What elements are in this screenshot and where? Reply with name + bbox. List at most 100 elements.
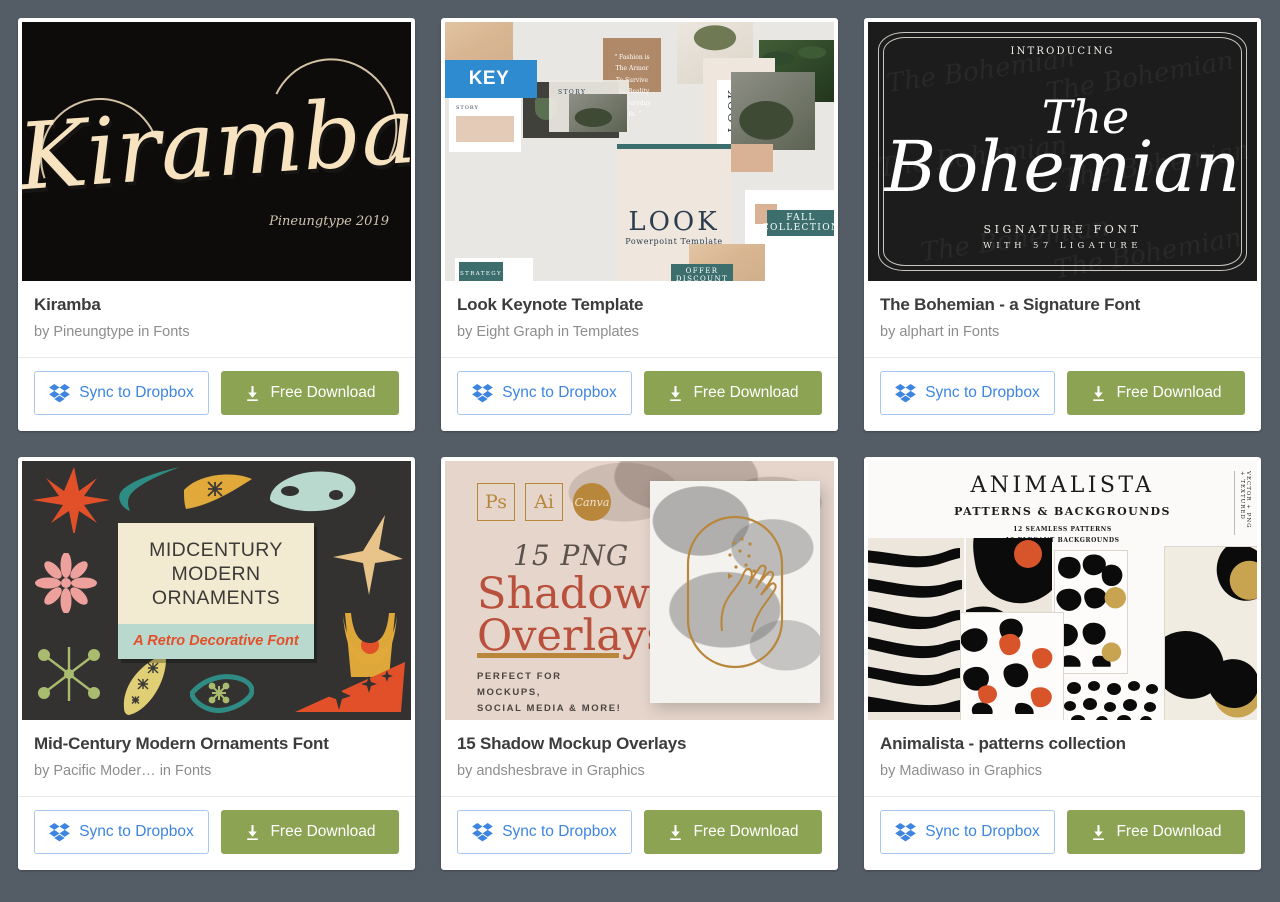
atom-ornament	[38, 647, 100, 701]
four-point-star-ornament	[333, 515, 403, 595]
product-thumbnail-midcentury[interactable]: MIDCENTURY MODERN ORNAMENTS A Retro Deco…	[22, 461, 411, 720]
pattern-tile-orange	[960, 612, 1064, 720]
poster-subtext-line-2: SOCIAL MEDIA & MORE!	[477, 703, 622, 715]
product-info: Kiramba by Pineungtype in Fonts	[18, 281, 415, 357]
product-title[interactable]: 15 Shadow Mockup Overlays	[457, 734, 822, 754]
ligature-count-label: WITH 57 LIGATURE	[983, 241, 1142, 251]
pattern-tile-giraffe	[1054, 550, 1128, 674]
ornament-title-plate: MIDCENTURY MODERN ORNAMENTS A Retro Deco…	[118, 523, 314, 660]
product-info: Animalista - patterns collection by Madi…	[864, 720, 1261, 796]
card-actions: Sync to Dropbox Free Download	[18, 357, 415, 431]
product-thumbnail-animalista[interactable]: ANIMALISTA PATTERNS & BACKGROUNDS 12 SEA…	[868, 461, 1257, 720]
dropbox-logo-icon	[49, 383, 71, 402]
product-byline: by Pineungtype in Fonts	[34, 324, 190, 340]
slide-label: STRATEGY	[459, 262, 503, 281]
free-download-button[interactable]: Free Download	[221, 810, 399, 854]
product-card-grid: Kiramba Pineungtype 2019 Kiramba by Pine…	[0, 0, 1280, 888]
product-card[interactable]: Kiramba Pineungtype 2019 Kiramba by Pine…	[18, 18, 415, 431]
product-title[interactable]: Look Keynote Template	[457, 295, 822, 315]
product-card[interactable]: MIDCENTURY MODERN ORNAMENTS A Retro Deco…	[18, 457, 415, 870]
ornament-title: MIDCENTURY MODERN ORNAMENTS	[118, 523, 314, 625]
brand-title: LOOK	[628, 207, 720, 237]
product-card[interactable]: The Bohemian The Bohemian The Bohemian T…	[864, 18, 1261, 431]
free-download-button[interactable]: Free Download	[1067, 810, 1245, 854]
sync-to-dropbox-label: Sync to Dropbox	[502, 823, 617, 840]
sync-to-dropbox-label: Sync to Dropbox	[502, 384, 617, 401]
product-byline: by andshesbrave in Graphics	[457, 763, 645, 779]
illustrator-badge: Ai	[525, 483, 563, 521]
product-title[interactable]: Kiramba	[34, 295, 399, 315]
boomerang-ornament	[119, 467, 180, 511]
thumbnail-wrapper[interactable]: MIDCENTURY MODERN ORNAMENTS A Retro Deco…	[18, 457, 415, 720]
starburst-ornament	[32, 467, 110, 533]
pattern-tile-abstract	[1164, 546, 1257, 720]
product-title[interactable]: Mid-Century Modern Ornaments Font	[34, 734, 399, 754]
collection-title: ANIMALISTA	[970, 473, 1155, 498]
slide-photo	[569, 94, 627, 132]
sync-to-dropbox-button[interactable]: Sync to Dropbox	[880, 810, 1055, 854]
poster-headline: Shadow Overlays	[477, 569, 669, 662]
product-thumbnail-look-keynote[interactable]: " Fashion is The Armor To Survive The Re…	[445, 22, 834, 281]
sync-to-dropbox-button[interactable]: Sync to Dropbox	[34, 810, 209, 854]
sync-to-dropbox-button[interactable]: Sync to Dropbox	[880, 371, 1055, 415]
card-actions: Sync to Dropbox Free Download	[864, 357, 1261, 431]
sync-to-dropbox-button[interactable]: Sync to Dropbox	[457, 371, 632, 415]
collection-side-text: VECTOR + PNG + TEXTURED	[1234, 471, 1251, 535]
card-actions: Sync to Dropbox Free Download	[441, 357, 838, 431]
product-info: Look Keynote Template by Eight Graph in …	[441, 281, 838, 357]
free-download-label: Free Download	[693, 823, 799, 840]
poster-subtext: PERFECT FOR MOCKUPS, SOCIAL MEDIA & MORE…	[477, 669, 627, 717]
specimen-line-2: Bohemian	[884, 126, 1241, 209]
thumbnail-wrapper[interactable]: Kiramba Pineungtype 2019	[18, 18, 415, 281]
thumbnail-wrapper[interactable]: Ps Ai Canva 15 PNG Shadow Overlays PERFE…	[441, 457, 838, 720]
thumbnail-wrapper[interactable]: ANIMALISTA PATTERNS & BACKGROUNDS 12 SEA…	[864, 457, 1261, 720]
pattern-tile-dots	[1064, 680, 1160, 720]
eye-ornament	[184, 474, 252, 509]
free-download-label: Free Download	[1116, 384, 1222, 401]
gold-rule	[477, 653, 619, 658]
signature-font-label: SIGNATURE FONT	[983, 223, 1142, 236]
download-arrow-icon	[1093, 385, 1105, 401]
product-title[interactable]: The Bohemian - a Signature Font	[880, 295, 1245, 315]
leaf-ornament	[123, 654, 166, 715]
slide-photo	[731, 72, 815, 150]
product-thumbnail-kiramba[interactable]: Kiramba Pineungtype 2019	[22, 22, 411, 281]
free-download-button[interactable]: Free Download	[644, 371, 822, 415]
intro-label: INTRODUCING	[1010, 46, 1115, 57]
key-badge: KEY	[445, 60, 537, 98]
specimen-footer: SIGNATURE FONT WITH 57 LIGATURE	[868, 223, 1257, 251]
pennant-ornament	[295, 662, 405, 712]
product-byline: by Madiwaso in Graphics	[880, 763, 1042, 779]
specimen-wordmark: The Bohemian	[868, 94, 1257, 209]
product-card[interactable]: Ps Ai Canva 15 PNG Shadow Overlays PERFE…	[441, 457, 838, 870]
card-actions: Sync to Dropbox Free Download	[18, 796, 415, 870]
sync-to-dropbox-label: Sync to Dropbox	[79, 823, 194, 840]
collection-header: ANIMALISTA PATTERNS & BACKGROUNDS 12 SEA…	[868, 473, 1257, 546]
product-info: The Bohemian - a Signature Font by alpha…	[864, 281, 1261, 357]
poster-headline-line-2: Overlays	[477, 611, 669, 662]
product-card[interactable]: ANIMALISTA PATTERNS & BACKGROUNDS 12 SEA…	[864, 457, 1261, 870]
free-download-button[interactable]: Free Download	[221, 371, 399, 415]
flower-ornament	[35, 553, 97, 613]
photoshop-badge: Ps	[477, 483, 515, 521]
sync-to-dropbox-button[interactable]: Sync to Dropbox	[34, 371, 209, 415]
slide-label: STORY	[456, 105, 479, 111]
product-info: 15 Shadow Mockup Overlays by andshesbrav…	[441, 720, 838, 796]
card-actions: Sync to Dropbox Free Download	[441, 796, 838, 870]
dropbox-logo-icon	[895, 822, 917, 841]
thumbnail-wrapper[interactable]: " Fashion is The Armor To Survive The Re…	[441, 18, 838, 281]
dropbox-logo-icon	[49, 822, 71, 841]
product-byline: by Eight Graph in Templates	[457, 324, 639, 340]
product-thumbnail-bohemian[interactable]: The Bohemian The Bohemian The Bohemian T…	[868, 22, 1257, 281]
product-card[interactable]: " Fashion is The Armor To Survive The Re…	[441, 18, 838, 431]
sync-to-dropbox-button[interactable]: Sync to Dropbox	[457, 810, 632, 854]
free-download-label: Free Download	[1116, 823, 1222, 840]
collection-detail-1: 12 SEAMLESS PATTERNS	[1013, 526, 1112, 533]
poster-headline-line-1: Shadow	[477, 569, 651, 619]
free-download-button[interactable]: Free Download	[1067, 371, 1245, 415]
free-download-button[interactable]: Free Download	[644, 810, 822, 854]
sync-to-dropbox-label: Sync to Dropbox	[925, 384, 1040, 401]
product-title[interactable]: Animalista - patterns collection	[880, 734, 1245, 754]
thumbnail-wrapper[interactable]: The Bohemian The Bohemian The Bohemian T…	[864, 18, 1261, 281]
product-thumbnail-shadow-overlays[interactable]: Ps Ai Canva 15 PNG Shadow Overlays PERFE…	[445, 461, 834, 720]
